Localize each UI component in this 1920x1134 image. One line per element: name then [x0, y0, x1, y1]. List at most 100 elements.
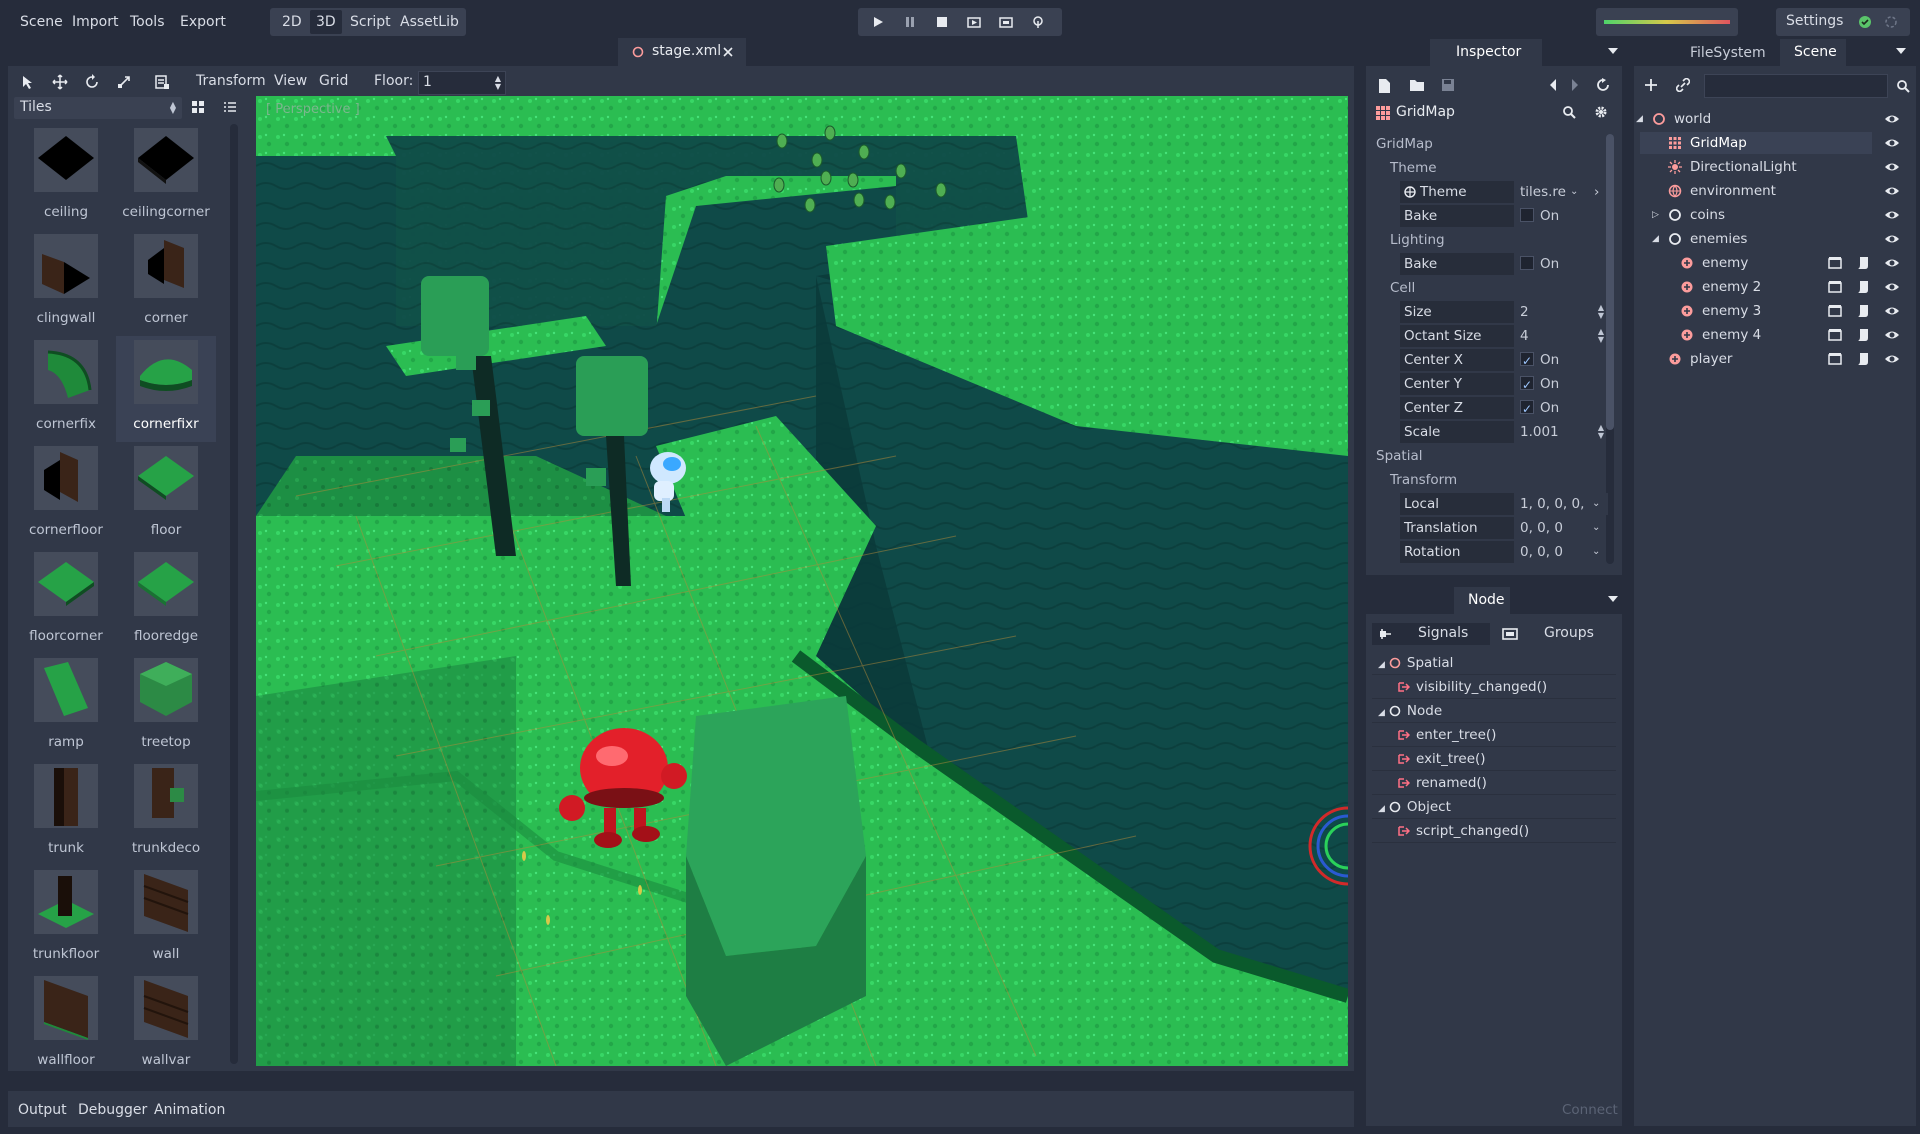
- visibility-eye-icon[interactable]: [1884, 136, 1900, 150]
- collapse-arrow-icon[interactable]: ◢: [1378, 660, 1385, 670]
- prop-size-value[interactable]: 2 ▲ ▼: [1520, 301, 1608, 323]
- visibility-eye-icon[interactable]: [1884, 256, 1900, 270]
- tile-flooredge[interactable]: flooredge: [116, 548, 216, 654]
- visibility-eye-icon[interactable]: [1884, 112, 1900, 126]
- open-scene-icon[interactable]: [1828, 328, 1842, 342]
- tile-wallvar[interactable]: wallvar: [116, 972, 216, 1064]
- scene-node-coins[interactable]: ▷ coins: [1640, 204, 1872, 226]
- script-icon[interactable]: [1856, 304, 1870, 318]
- connect-button[interactable]: Connect: [1562, 1102, 1618, 1118]
- checkbox-checked-icon[interactable]: [1520, 398, 1534, 420]
- tile-ceiling[interactable]: ceiling: [16, 124, 116, 230]
- settings-button[interactable]: Settings: [1786, 13, 1843, 29]
- tile-floorcorner[interactable]: floorcorner: [16, 548, 116, 654]
- checkbox-checked-icon[interactable]: [1520, 374, 1534, 396]
- play-custom-scene-icon[interactable]: [992, 8, 1020, 36]
- search-icon[interactable]: [1896, 79, 1910, 93]
- prop-bake-theme-value[interactable]: On: [1520, 205, 1608, 227]
- scene-node-environment[interactable]: environment: [1640, 180, 1872, 202]
- scene-node-enemies[interactable]: ◢ enemies: [1640, 228, 1872, 250]
- tiles-dropdown[interactable]: Tiles ▲ ▼: [14, 97, 182, 119]
- section-cell[interactable]: Cell: [1390, 280, 1415, 296]
- prop-centery-value[interactable]: On: [1520, 373, 1608, 396]
- section-lighting[interactable]: Lighting: [1390, 232, 1445, 248]
- signal-row[interactable]: enter_tree(): [1398, 724, 1496, 746]
- signal-class-row[interactable]: ◢ Node: [1378, 700, 1442, 722]
- open-scene-icon[interactable]: [1828, 280, 1842, 294]
- inspector-tab[interactable]: Inspector: [1430, 39, 1542, 67]
- tile-cornerfloor[interactable]: cornerfloor: [16, 442, 116, 548]
- open-scene-icon[interactable]: [1828, 352, 1842, 366]
- scale-tool-icon[interactable]: [116, 74, 132, 90]
- viewport-perspective-label[interactable]: [ Perspective ]: [266, 102, 360, 117]
- debugger-tab[interactable]: Debugger: [78, 1102, 147, 1118]
- signal-class-row[interactable]: ◢ Spatial: [1378, 652, 1453, 674]
- collapse-arrow-icon[interactable]: ◢: [1652, 228, 1659, 250]
- spin-arrows-icon[interactable]: ▲ ▼: [1598, 328, 1604, 344]
- collapse-arrow-icon[interactable]: ◢: [1378, 708, 1385, 718]
- dock-menu-arrow-icon[interactable]: [1896, 48, 1906, 56]
- grid-view-icon[interactable]: [191, 100, 205, 114]
- tile-corner[interactable]: corner: [116, 230, 216, 336]
- tile-cornerfix[interactable]: cornerfix: [16, 336, 116, 442]
- menu-export[interactable]: Export: [174, 10, 232, 34]
- spin-arrows-icon[interactable]: ▲ ▼: [1598, 304, 1604, 320]
- prop-centerx-value[interactable]: On: [1520, 349, 1608, 372]
- list-view-icon[interactable]: [223, 100, 237, 114]
- signal-row[interactable]: script_changed(): [1398, 820, 1529, 842]
- signal-row[interactable]: renamed(): [1398, 772, 1487, 794]
- dock-menu-arrow-icon[interactable]: [1608, 596, 1618, 604]
- scene-filter-input[interactable]: [1704, 74, 1888, 98]
- signal-row[interactable]: exit_tree(): [1398, 748, 1486, 770]
- prop-theme-value[interactable]: tiles.re ⌄ ›: [1520, 181, 1608, 203]
- tile-treetop[interactable]: treetop: [116, 654, 216, 760]
- chevron-down-icon[interactable]: ⌄: [1570, 181, 1578, 203]
- add-node-icon[interactable]: [1644, 78, 1658, 92]
- signal-row[interactable]: visibility_changed(): [1398, 676, 1547, 698]
- workspace-3d[interactable]: 3D: [310, 10, 342, 34]
- prop-translation[interactable]: Translation 0, 0, 0 ⌄: [1400, 517, 1608, 539]
- new-resource-icon[interactable]: [1377, 78, 1391, 94]
- workspace-assetlib[interactable]: AssetLib: [394, 10, 465, 34]
- gear-icon[interactable]: [1594, 105, 1608, 119]
- view-menu[interactable]: View: [274, 73, 307, 89]
- inspected-object-name[interactable]: GridMap: [1396, 104, 1455, 120]
- open-scene-icon[interactable]: [1828, 304, 1842, 318]
- tile-trunkdeco[interactable]: trunkdeco: [116, 760, 216, 866]
- signal-class-row[interactable]: ◢ Object: [1378, 796, 1451, 818]
- signals-tab[interactable]: Signals: [1372, 623, 1490, 645]
- prop-size[interactable]: Size 2 ▲ ▼: [1400, 301, 1608, 323]
- chevron-down-icon[interactable]: ⌄: [1592, 493, 1608, 515]
- visibility-eye-icon[interactable]: [1884, 280, 1900, 294]
- visibility-eye-icon[interactable]: [1884, 304, 1900, 318]
- workspace-script[interactable]: Script: [344, 10, 397, 34]
- script-icon[interactable]: [1856, 256, 1870, 270]
- filesystem-tab[interactable]: FileSystem: [1690, 45, 1766, 61]
- groups-icon[interactable]: [1502, 627, 1518, 641]
- prop-scale[interactable]: Scale 1.001 ▲ ▼: [1400, 421, 1608, 443]
- menu-tools[interactable]: Tools: [124, 10, 171, 34]
- close-tab-icon[interactable]: [722, 46, 734, 58]
- play-scene-icon[interactable]: [960, 8, 988, 36]
- open-folder-icon[interactable]: [1409, 78, 1425, 92]
- tile-wall[interactable]: wall: [116, 866, 216, 972]
- search-icon[interactable]: [1562, 105, 1576, 119]
- remote-debug-icon[interactable]: [1024, 8, 1052, 36]
- history-forward-icon[interactable]: [1570, 78, 1580, 92]
- workspace-2d[interactable]: 2D: [276, 10, 308, 34]
- chevron-right-icon[interactable]: ›: [1594, 181, 1599, 203]
- scene-node-directionallight[interactable]: DirectionalLight: [1640, 156, 1872, 178]
- visibility-eye-icon[interactable]: [1884, 160, 1900, 174]
- grid-menu[interactable]: Grid: [319, 73, 348, 89]
- scene-node-world[interactable]: ◢ world: [1636, 108, 1872, 130]
- tile-ramp[interactable]: ramp: [16, 654, 116, 760]
- visibility-eye-icon[interactable]: [1884, 232, 1900, 246]
- checkbox-icon[interactable]: [1520, 208, 1534, 222]
- scene-tab[interactable]: stage.xml: [618, 38, 746, 66]
- prop-bake-lighting[interactable]: Bake On: [1400, 253, 1608, 275]
- viewport-3d[interactable]: [ Perspective ]: [256, 96, 1348, 1066]
- collapse-arrow-icon[interactable]: ◢: [1378, 804, 1385, 814]
- prop-bake-lighting-value[interactable]: On: [1520, 253, 1608, 275]
- floor-spinbox[interactable]: 1 ▲ ▼: [418, 71, 506, 95]
- menu-import[interactable]: Import: [66, 10, 124, 34]
